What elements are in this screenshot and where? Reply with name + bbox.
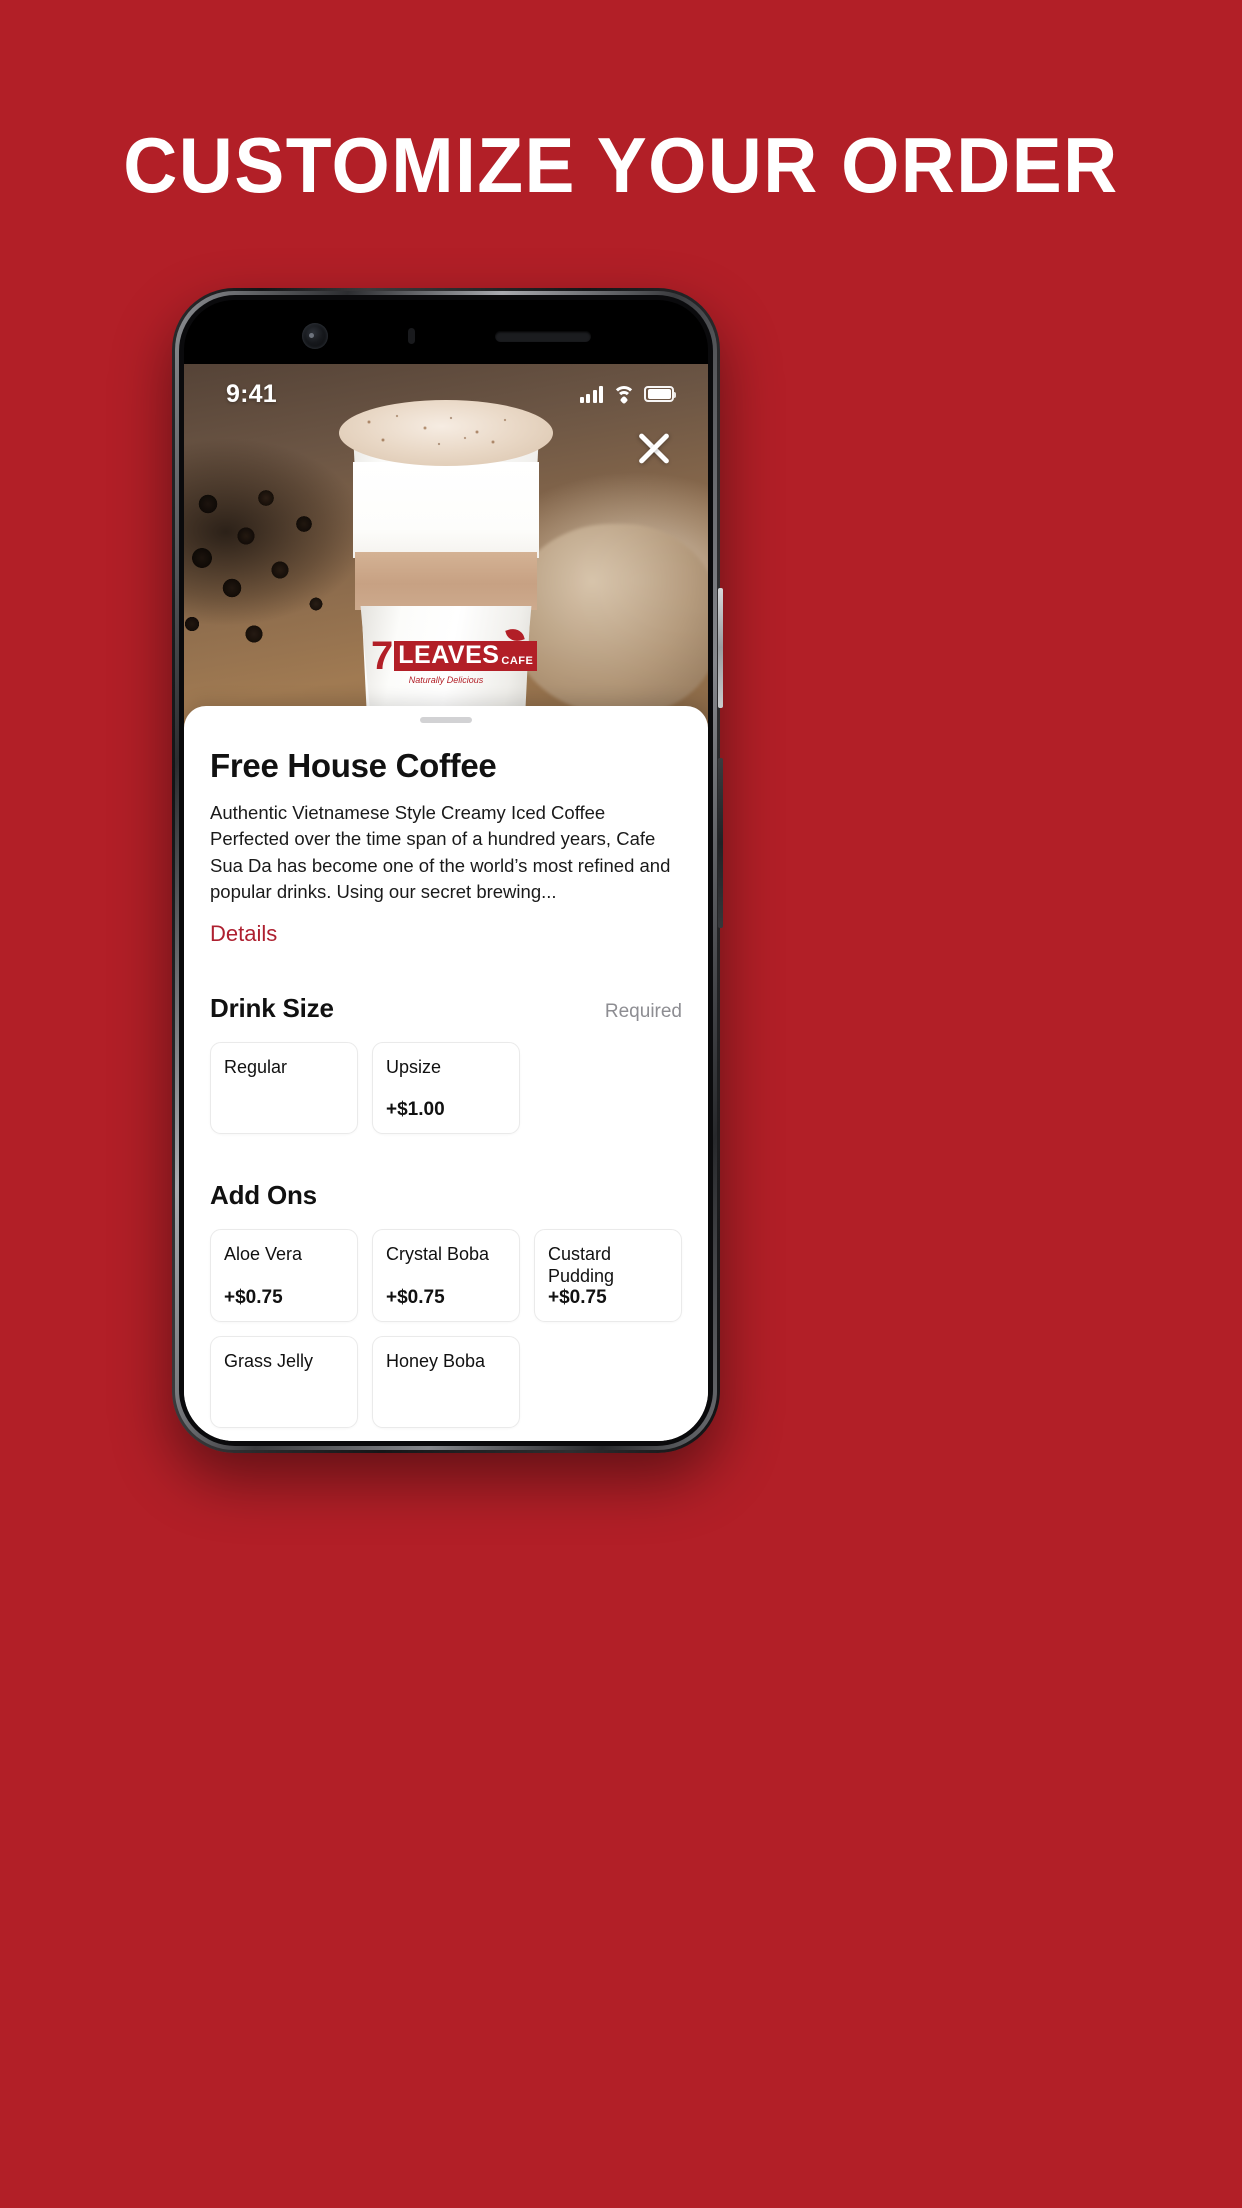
front-camera-icon xyxy=(301,323,328,349)
product-detail-sheet: Free House Coffee Authentic Vietnamese S… xyxy=(184,706,708,1441)
phone-screen: 7 LEAVES CAFE Naturally Delicious 9:41 F… xyxy=(184,300,708,1441)
earpiece-speaker-icon xyxy=(494,330,591,342)
cellular-signal-icon xyxy=(579,385,603,403)
brand-logo: 7 LEAVES CAFE Naturally Delicious xyxy=(371,625,538,685)
option-card[interactable]: Grass Jelly xyxy=(210,1336,358,1429)
status-bar: 9:41 xyxy=(184,364,708,424)
sheet-drag-handle[interactable] xyxy=(420,717,472,723)
close-icon[interactable] xyxy=(630,424,678,472)
section-add-ons: Add Ons Aloe Vera +$0.75 Crystal Boba +$… xyxy=(210,1180,682,1429)
option-price: +$0.75 xyxy=(548,1287,607,1309)
option-card[interactable]: Regular xyxy=(210,1042,358,1135)
page-title: CUSTOMIZE YOUR ORDER xyxy=(123,121,1119,209)
option-name: Grass Jelly xyxy=(224,1351,314,1372)
section-title: Drink Size xyxy=(210,993,334,1024)
option-price: +$1.00 xyxy=(386,1099,445,1121)
phone-device-mockup: 7 LEAVES CAFE Naturally Delicious 9:41 F… xyxy=(172,288,723,1453)
section-header: Drink Size Required xyxy=(210,993,682,1024)
option-card[interactable]: Crystal Boba +$0.75 xyxy=(372,1229,520,1323)
option-card[interactable]: Aloe Vera +$0.75 xyxy=(210,1229,358,1323)
product-description: Authentic Vietnamese Style Creamy Iced C… xyxy=(210,802,671,902)
option-price: +$0.75 xyxy=(224,1287,283,1309)
app-screen: 7 LEAVES CAFE Naturally Delicious 9:41 F… xyxy=(184,364,708,1441)
details-link[interactable]: Details xyxy=(210,921,682,947)
logo-number: 7 xyxy=(371,634,394,678)
option-card[interactable]: Custard Pudding +$0.75 xyxy=(534,1229,682,1323)
cup-coffee-layer xyxy=(355,552,537,610)
proximity-sensor-icon xyxy=(407,328,415,344)
logo-word: LEAVES xyxy=(398,641,500,669)
option-name: Regular xyxy=(224,1057,288,1078)
power-button[interactable] xyxy=(718,758,723,928)
option-grid: Aloe Vera +$0.75 Crystal Boba +$0.75 Cus… xyxy=(210,1229,682,1429)
volume-button[interactable] xyxy=(718,588,723,708)
section-title: Add Ons xyxy=(210,1180,317,1211)
section-requirement-note: Required xyxy=(604,1001,682,1023)
cup-milk-layer xyxy=(353,462,539,558)
phone-sensor-row xyxy=(184,323,708,349)
option-card[interactable]: Upsize +$1.00 xyxy=(372,1042,520,1135)
logo-tagline: Naturally Delicious xyxy=(408,675,484,685)
option-name: Honey Boba xyxy=(386,1351,486,1372)
option-name: Crystal Boba xyxy=(386,1244,490,1265)
option-grid: Regular Upsize +$1.00 xyxy=(210,1042,682,1135)
option-name: Aloe Vera xyxy=(224,1244,303,1265)
option-card[interactable]: Honey Boba xyxy=(372,1336,520,1429)
product-name: Free House Coffee xyxy=(210,747,497,784)
status-icons xyxy=(579,385,676,404)
logo-sub: CAFE xyxy=(501,655,534,667)
wifi-icon xyxy=(612,385,635,404)
option-name: Custard Pudding xyxy=(548,1244,615,1286)
section-header: Add Ons xyxy=(210,1180,682,1211)
option-price: +$0.75 xyxy=(386,1287,445,1309)
section-drink-size: Drink Size Required Regular Upsize +$1.0… xyxy=(210,993,682,1135)
battery-full-icon xyxy=(644,386,676,402)
status-time: 9:41 xyxy=(226,379,277,408)
option-name: Upsize xyxy=(386,1057,442,1078)
